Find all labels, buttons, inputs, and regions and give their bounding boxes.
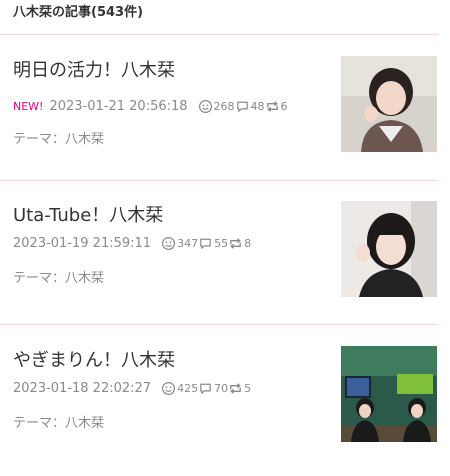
comment-count[interactable]: 70 bbox=[198, 381, 228, 396]
article-title-link[interactable]: 明日の活力！八木栞 bbox=[13, 56, 175, 82]
reblog-count-value: 5 bbox=[244, 381, 252, 395]
like-count-value: 268 bbox=[213, 99, 235, 113]
new-badge: NEW! bbox=[13, 99, 44, 113]
smiley-icon bbox=[198, 99, 212, 113]
comment-count[interactable]: 48 bbox=[235, 99, 265, 114]
smiley-icon bbox=[162, 381, 176, 395]
article-meta: NEW! 2023-01-21 20:56:18 268 48 6 bbox=[13, 96, 288, 116]
article-theme-link[interactable]: テーマ：八木栞 bbox=[13, 128, 104, 147]
comment-bubble-icon bbox=[236, 101, 248, 112]
reblog-arrows-icon bbox=[266, 100, 278, 112]
reblog-count-value: 6 bbox=[280, 99, 288, 113]
smiley-icon bbox=[162, 236, 176, 250]
reblog-arrows-icon bbox=[230, 382, 241, 394]
article-count-title: 八木栞の記事(543件) bbox=[13, 5, 144, 20]
reblog-count[interactable]: 6 bbox=[265, 99, 288, 114]
article-theme-link[interactable]: テーマ：八木栞 bbox=[13, 267, 104, 286]
divider bbox=[0, 324, 438, 325]
article-thumbnail[interactable] bbox=[341, 56, 437, 152]
post-date: 2023-01-19 21:59:11 bbox=[13, 235, 152, 251]
comment-count[interactable]: 55 bbox=[198, 236, 228, 251]
reblog-count[interactable]: 8 bbox=[228, 236, 251, 251]
comment-count-value: 55 bbox=[214, 236, 229, 250]
article-title-link[interactable]: やぎまりん！八木栞 bbox=[13, 346, 175, 372]
post-date: 2023-01-18 22:02:27 bbox=[13, 380, 152, 396]
article-entry: Uta-Tube！八木栞 2023-01-19 21:59:11 347 55 … bbox=[0, 201, 450, 331]
like-count-value: 425 bbox=[177, 381, 199, 395]
thumbnail-image bbox=[341, 201, 437, 297]
thumbnail-image bbox=[341, 346, 437, 442]
article-meta: 2023-01-19 21:59:11 347 55 8 bbox=[13, 233, 251, 253]
comment-bubble-icon bbox=[200, 383, 211, 394]
comment-count-value: 70 bbox=[214, 381, 229, 395]
article-theme-link[interactable]: テーマ：八木栞 bbox=[13, 412, 104, 431]
like-count[interactable]: 268 bbox=[198, 99, 235, 114]
divider bbox=[0, 34, 438, 35]
article-title-link[interactable]: Uta-Tube！八木栞 bbox=[13, 201, 163, 227]
article-list-header: 八木栞の記事(543件) bbox=[0, 0, 450, 26]
comment-bubble-icon bbox=[200, 238, 211, 249]
reblog-count[interactable]: 5 bbox=[228, 381, 251, 396]
comment-count-value: 48 bbox=[250, 99, 265, 113]
like-count[interactable]: 425 bbox=[161, 381, 198, 396]
article-meta: 2023-01-18 22:02:27 425 70 5 bbox=[13, 378, 251, 398]
post-date: 2023-01-21 20:56:18 bbox=[49, 98, 188, 114]
like-count[interactable]: 347 bbox=[161, 236, 198, 251]
like-count-value: 347 bbox=[177, 236, 199, 250]
article-thumbnail[interactable] bbox=[341, 346, 437, 442]
reblog-count-value: 8 bbox=[244, 236, 252, 250]
reblog-arrows-icon bbox=[230, 237, 241, 249]
article-entry: やぎまりん！八木栞 2023-01-18 22:02:27 425 70 5 テ… bbox=[0, 346, 450, 476]
thumbnail-image bbox=[341, 56, 437, 152]
article-thumbnail[interactable] bbox=[341, 201, 437, 297]
divider bbox=[0, 180, 438, 181]
article-entry: 明日の活力！八木栞 NEW! 2023-01-21 20:56:18 268 4… bbox=[0, 56, 450, 186]
